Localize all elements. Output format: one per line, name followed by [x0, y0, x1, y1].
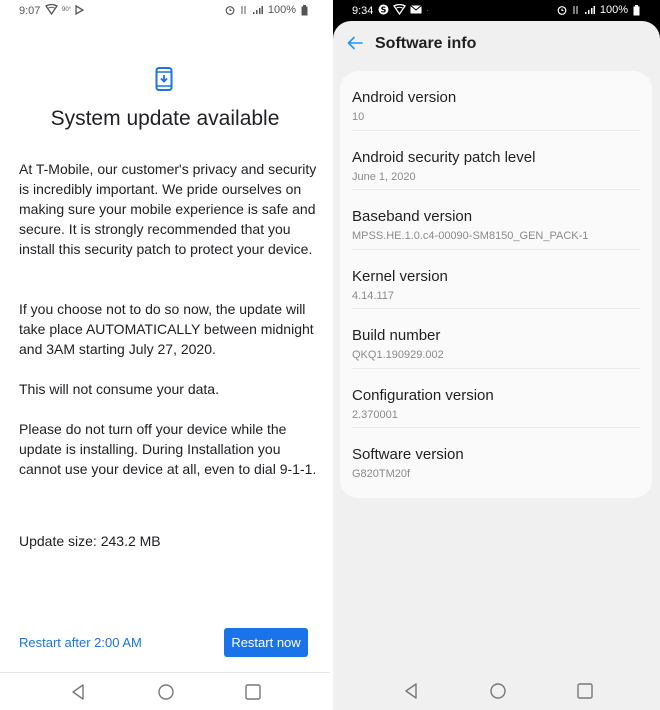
info-value: 10 [352, 111, 365, 123]
data-icon [241, 6, 246, 14]
data-usage-paragraph: This will not consume your data. [19, 381, 219, 397]
system-update-icon [155, 67, 173, 91]
wifi-shield-icon [45, 4, 58, 15]
info-value: June 1, 2020 [352, 170, 416, 183]
battery-icon [633, 4, 640, 15]
notification-dot: · [426, 4, 429, 15]
recents-nav-icon[interactable] [244, 683, 262, 701]
page-title: System update available [50, 107, 280, 130]
restart-later-button[interactable]: Restart after 2:00 AM [19, 635, 142, 650]
page-title: Software info [375, 35, 477, 52]
software-info-screen: 9:34 S · 100% Software info Android vers… [333, 0, 660, 710]
status-time: 9:34 [352, 5, 374, 17]
info-value: 2.370001 [352, 408, 398, 421]
battery-percent: 100% [599, 4, 628, 16]
s-icon: S [378, 4, 389, 15]
info-row-software-version[interactable]: Software version G820TM20f [352, 428, 640, 488]
info-row-android-version[interactable]: Android version 10 [352, 71, 640, 131]
install-warning-paragraph: Please do not turn off your device while… [19, 421, 317, 477]
info-row-configuration-version[interactable]: Configuration version 2.370001 [352, 369, 640, 428]
status-bar: 9:34 S · 100% [333, 0, 660, 22]
status-bar: 9:07 90° 100% [0, 0, 330, 24]
update-size-text: Update size: 243.2 MB [19, 533, 161, 549]
info-row-build-number[interactable]: Build number QKQ1.190929.002 [352, 309, 640, 369]
mail-icon [410, 5, 422, 14]
info-label: Software version [352, 446, 464, 463]
battery-icon [301, 4, 308, 15]
status-time: 9:07 [19, 5, 41, 17]
home-nav-icon[interactable] [157, 683, 175, 701]
info-label: Kernel version [352, 267, 448, 285]
home-nav-icon[interactable] [489, 682, 507, 700]
signal-icon [252, 6, 263, 14]
signal-icon [584, 6, 595, 14]
back-arrow-icon[interactable] [346, 34, 364, 52]
info-label: Baseband version [352, 208, 473, 225]
alarm-icon [557, 6, 567, 15]
restart-now-button[interactable]: Restart now [224, 628, 308, 657]
info-value: G820TM20f [352, 468, 411, 480]
info-label: Android security patch level [352, 148, 536, 166]
auto-update-paragraph: If you choose not to do so now, the upda… [19, 301, 314, 357]
navigation-bar [0, 672, 330, 710]
alarm-icon [225, 6, 235, 15]
info-value: MPSS.HE.1.0.c4-00090-SM8150_GEN_PACK-1 [352, 230, 589, 242]
temperature-text: 90° [62, 6, 72, 13]
back-nav-icon[interactable] [403, 682, 421, 700]
info-row-security-patch[interactable]: Android security patch level June 1, 202… [352, 131, 640, 190]
wifi-shield-icon [393, 4, 406, 15]
privacy-paragraph: At T-Mobile, our customer's privacy and … [19, 161, 317, 257]
svg-text:S: S [381, 5, 387, 14]
battery-percent: 100% [267, 4, 296, 16]
info-row-kernel-version[interactable]: Kernel version 4.14.117 [352, 250, 640, 309]
play-icon [75, 4, 85, 15]
info-value: 4.14.117 [352, 289, 395, 302]
app-screen: Software info Android version 10 Android… [333, 21, 660, 710]
data-icon [573, 6, 578, 14]
navigation-bar [333, 672, 660, 710]
system-update-screen: 9:07 90° 100% System update available At… [0, 0, 330, 710]
info-label: Build number [352, 327, 441, 344]
recents-nav-icon[interactable] [576, 682, 594, 700]
info-label: Configuration version [352, 386, 494, 404]
back-nav-icon[interactable] [70, 683, 88, 701]
info-label: Android version [352, 89, 457, 106]
info-row-baseband-version[interactable]: Baseband version MPSS.HE.1.0.c4-00090-SM… [352, 190, 640, 250]
software-info-list: Android version 10 Android security patc… [340, 71, 652, 498]
info-value: QKQ1.190929.002 [352, 349, 444, 361]
